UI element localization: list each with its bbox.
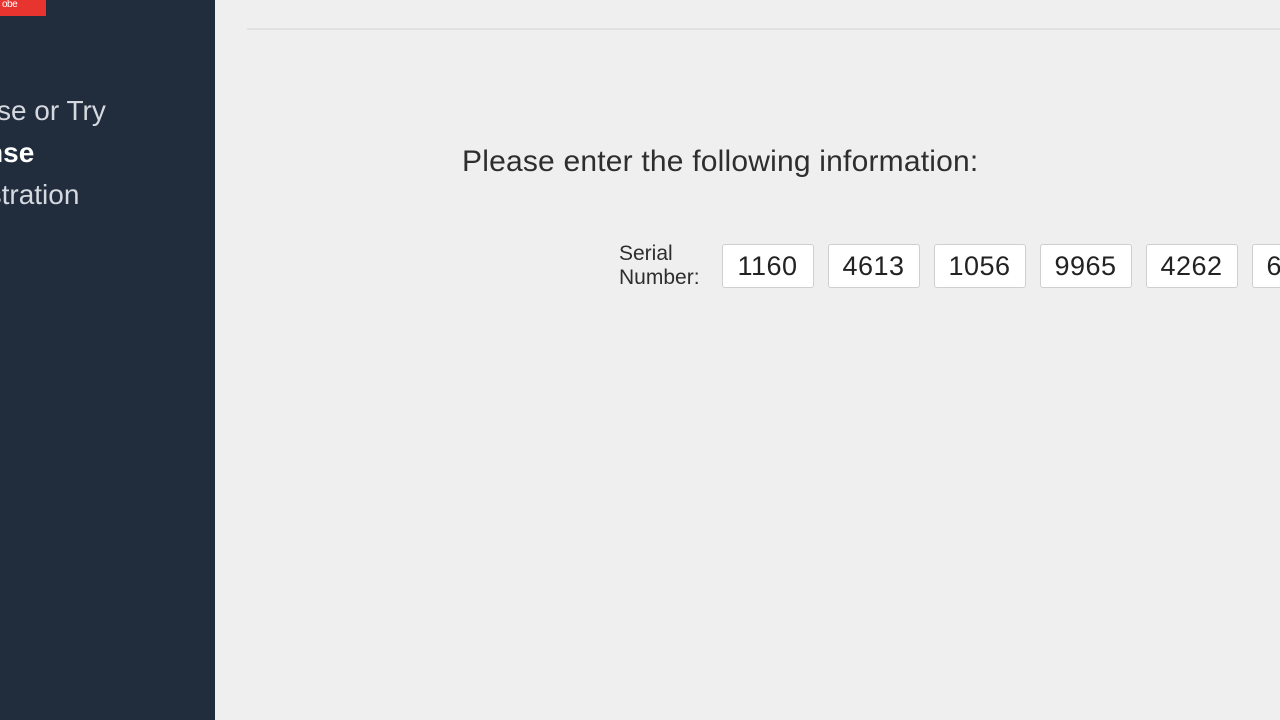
brand-logo: obe (0, 0, 46, 16)
serial-input-3[interactable] (934, 244, 1026, 288)
sidebar-item-license[interactable]: License (0, 132, 215, 174)
sidebar: obe License or Try License Registration (0, 0, 215, 720)
serial-number-row: Serial Number: (619, 240, 1280, 292)
serial-input-5[interactable] (1146, 244, 1238, 288)
divider (247, 28, 1280, 30)
serial-input-4[interactable] (1040, 244, 1132, 288)
serial-number-label: Serial Number: (619, 242, 704, 290)
sidebar-nav: License or Try License Registration (0, 90, 215, 216)
serial-input-6[interactable] (1252, 244, 1280, 288)
brand-logo-text: obe (2, 0, 17, 10)
main-panel: Please enter the following information: … (215, 0, 1280, 720)
sidebar-item-registration[interactable]: Registration (0, 174, 215, 216)
serial-input-1[interactable] (722, 244, 814, 288)
sidebar-item-label: License (0, 137, 34, 168)
instruction-text: Please enter the following information: (462, 145, 978, 179)
sidebar-item-license-or-try[interactable]: License or Try (0, 90, 215, 132)
serial-input-2[interactable] (828, 244, 920, 288)
sidebar-item-label: Registration (0, 179, 79, 210)
sidebar-item-label: License or Try (0, 95, 106, 126)
